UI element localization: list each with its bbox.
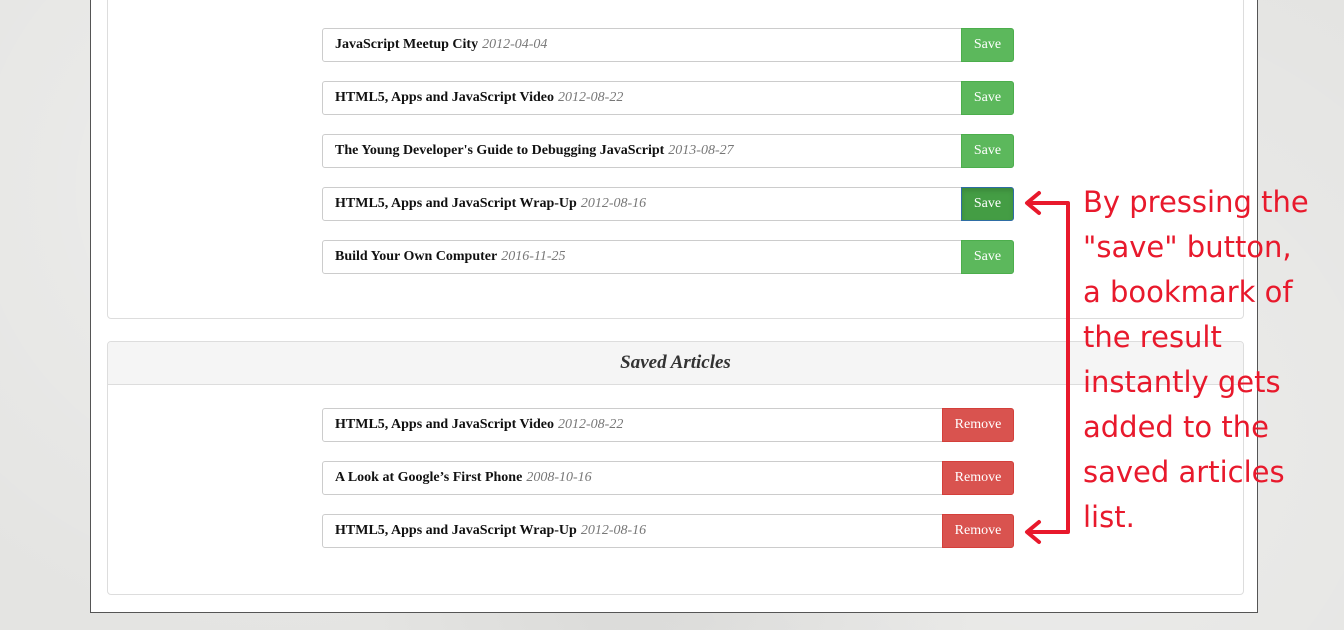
annotation-note: By pressing the "save" button, a bookmar… (1083, 185, 1309, 534)
